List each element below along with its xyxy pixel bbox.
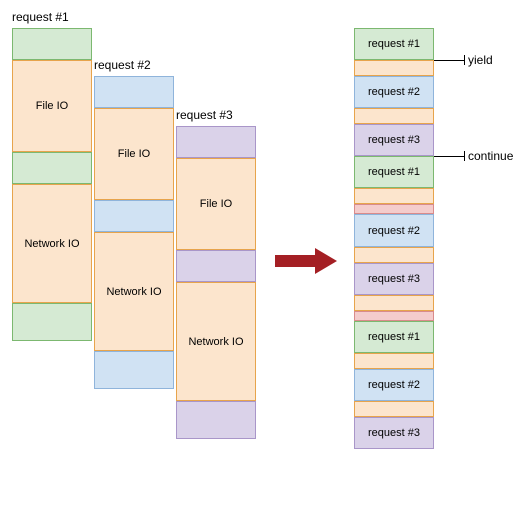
r-blk1 (354, 60, 434, 76)
col3-blk3: Network IO (176, 282, 256, 401)
continue-line-v (464, 151, 465, 161)
col1-title: request #1 (12, 10, 69, 24)
col1-blk1: File IO (12, 60, 92, 152)
col3-blk2 (176, 250, 256, 282)
r-blk13: request #1 (354, 321, 434, 353)
col2: File IO Network IO (94, 76, 174, 389)
r-blk11 (354, 295, 434, 311)
r-blk6 (354, 188, 434, 204)
col3-blk0 (176, 126, 256, 158)
col2-title: request #2 (94, 58, 151, 72)
yield-line-v (464, 55, 465, 65)
r-blk10: request #3 (354, 263, 434, 295)
r-blk14 (354, 353, 434, 369)
col1-blk0 (12, 28, 92, 60)
continue-label: continue (468, 149, 513, 163)
col3-blk4 (176, 401, 256, 439)
r-blk2: request #2 (354, 76, 434, 108)
r-blk8: request #2 (354, 214, 434, 247)
col1-blk4 (12, 303, 92, 341)
r-blk7 (354, 204, 434, 214)
col2-blk4 (94, 351, 174, 389)
col3-blk1: File IO (176, 158, 256, 250)
right-stack: request #1 request #2 request #3 request… (354, 28, 434, 449)
continue-line-h (434, 156, 464, 157)
arrow-icon (275, 248, 335, 274)
col3-title: request #3 (176, 108, 233, 122)
col3: File IO Network IO (176, 126, 256, 439)
r-blk16 (354, 401, 434, 417)
r-blk9 (354, 247, 434, 263)
r-blk4: request #3 (354, 124, 434, 156)
r-blk3 (354, 108, 434, 124)
col1-blk2 (12, 152, 92, 184)
r-blk5: request #1 (354, 156, 434, 188)
col1: File IO Network IO (12, 28, 92, 341)
r-blk17: request #3 (354, 417, 434, 449)
col2-blk1: File IO (94, 108, 174, 200)
r-blk0: request #1 (354, 28, 434, 60)
r-blk12 (354, 311, 434, 321)
r-blk15: request #2 (354, 369, 434, 401)
col1-blk3: Network IO (12, 184, 92, 303)
yield-line-h (434, 60, 464, 61)
col2-blk2 (94, 200, 174, 232)
yield-label: yield (468, 53, 493, 67)
col2-blk3: Network IO (94, 232, 174, 351)
col2-blk0 (94, 76, 174, 108)
